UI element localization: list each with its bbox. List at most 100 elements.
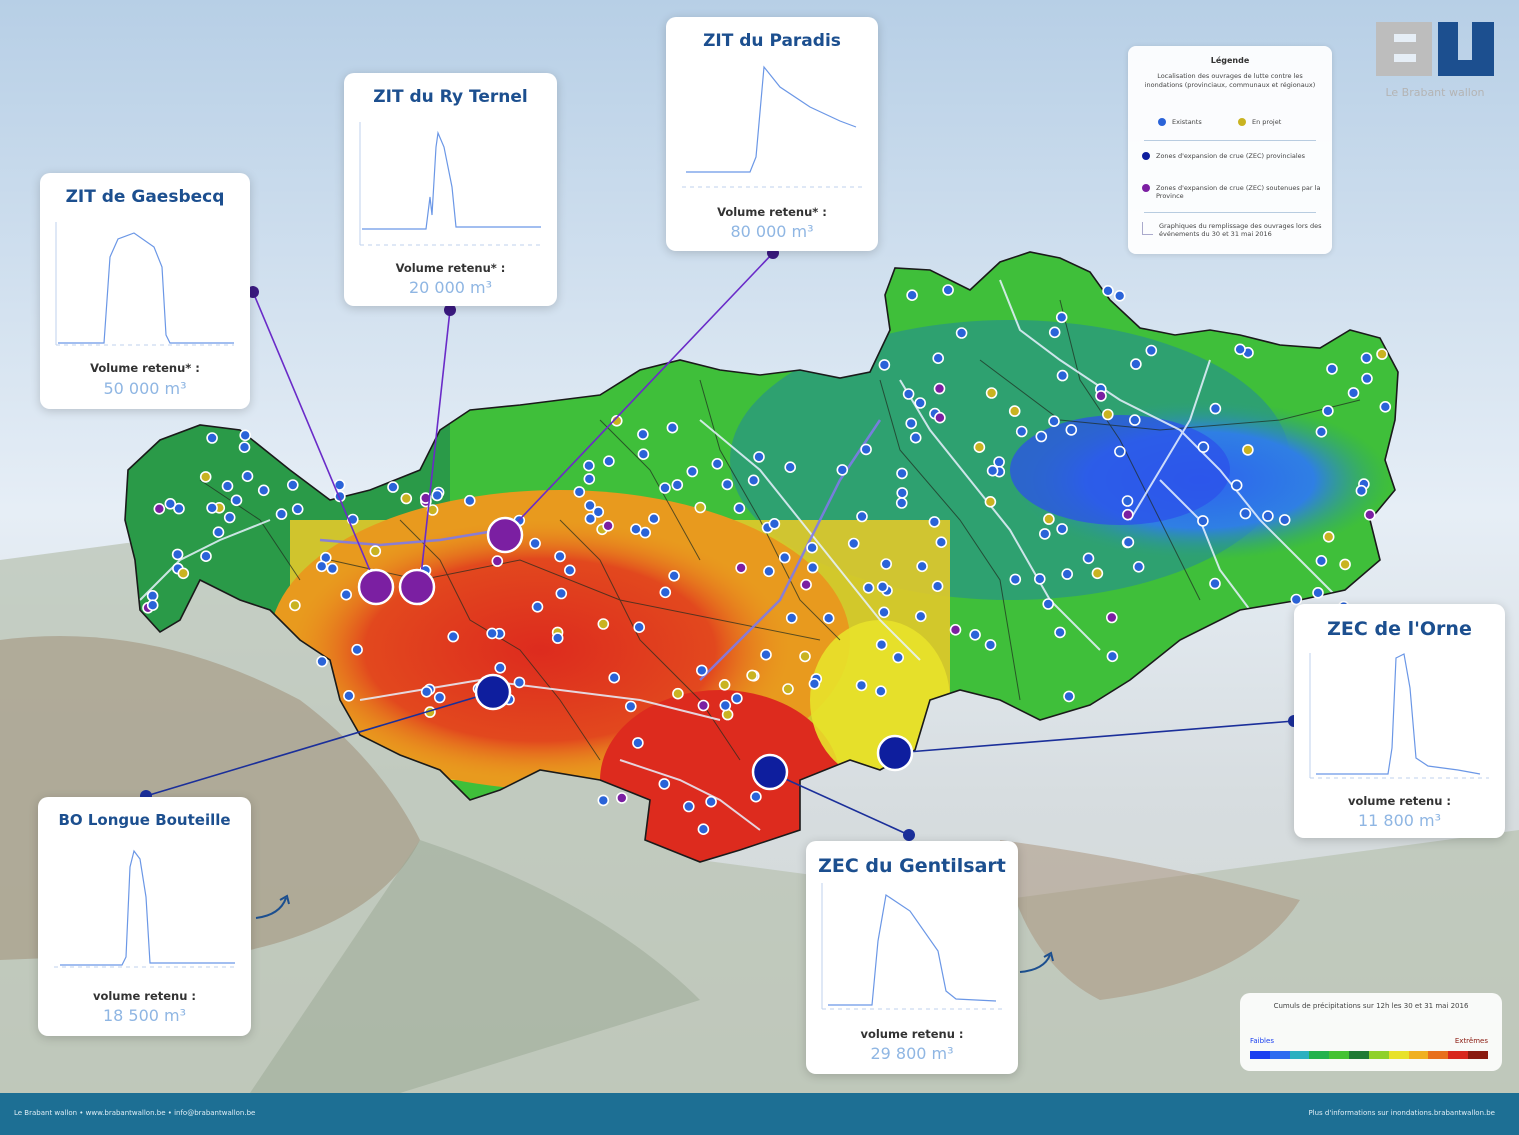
- card-zit-paradis: ZIT du Paradis Volume retenu* : 80 000 m…: [666, 17, 878, 251]
- zec-provincial-dot-icon: [1142, 152, 1150, 160]
- structure-dot: [1315, 554, 1328, 567]
- structure-dot: [856, 510, 868, 523]
- card-title: ZEC de l'Orne: [1327, 618, 1472, 640]
- legend-subtitle: Localisation des ouvrages de lutte contr…: [1144, 72, 1316, 89]
- structure-dot: [1242, 444, 1254, 456]
- structure-dot: [875, 638, 888, 651]
- structure-dot: [735, 562, 747, 574]
- structure-dot: [639, 526, 652, 539]
- structure-dot: [935, 536, 948, 549]
- structure-dot: [1114, 445, 1126, 458]
- structure-dot: [608, 671, 621, 684]
- fill-chart: [821, 883, 1002, 1010]
- structure-dot: [491, 555, 504, 567]
- structure-dot: [223, 511, 236, 524]
- fill-chart: [1309, 653, 1489, 779]
- structure-dot: [931, 580, 944, 593]
- structure-dot: [733, 502, 746, 515]
- scale-segment: [1349, 1051, 1369, 1059]
- structure-dot: [1209, 577, 1221, 590]
- structure-dot: [686, 465, 699, 478]
- scale-segment: [1408, 1051, 1429, 1059]
- structure-dot: [637, 448, 650, 461]
- structure-dot: [212, 526, 225, 539]
- logo-text: Le Brabant wallon: [1385, 86, 1485, 99]
- structure-dot: [984, 495, 997, 508]
- volume-label: volume retenu :: [92, 989, 197, 1003]
- scale-segment: [1269, 1051, 1290, 1059]
- structure-dot: [171, 548, 184, 561]
- structure-dot: [933, 382, 946, 395]
- fill-chart: [682, 65, 862, 188]
- structure-dot: [682, 800, 695, 813]
- structure-dot: [949, 623, 962, 636]
- structure-dot: [351, 643, 363, 656]
- structure-dot: [697, 823, 710, 836]
- structure-dot: [316, 655, 328, 668]
- structure-dot: [1061, 568, 1073, 580]
- structure-dot: [603, 455, 615, 468]
- scale-segment: [1250, 1051, 1270, 1059]
- structure-dot: [785, 612, 798, 624]
- card-zec-gentilsart: ZEC du Gentilsart volume retenu : 29 800…: [806, 841, 1018, 1074]
- structure-dot: [1379, 400, 1392, 413]
- scale-segment: [1368, 1051, 1389, 1059]
- structure-dot: [984, 639, 997, 651]
- structure-dot: [768, 517, 781, 530]
- structure-dot: [985, 387, 998, 399]
- structure-dot: [1008, 405, 1021, 417]
- structure-dot: [369, 545, 382, 557]
- structure-dot: [1043, 513, 1055, 525]
- card-title: BO Longue Bouteille: [58, 811, 231, 829]
- structure-dot: [275, 508, 288, 520]
- structure-dot: [1209, 402, 1222, 415]
- structure-dot: [836, 464, 849, 476]
- structure-dot: [909, 431, 922, 444]
- volume-label: Volume retenu* :: [717, 205, 827, 219]
- structure-dot: [1129, 414, 1141, 426]
- structure-dot: [1035, 430, 1048, 443]
- structure-dot: [993, 456, 1005, 468]
- structure-dot: [932, 352, 945, 365]
- structure-dot: [241, 470, 254, 483]
- structure-dot: [1262, 510, 1274, 522]
- structure-dot: [200, 550, 212, 563]
- structure-dot: [747, 474, 760, 487]
- structure-dot: [1065, 424, 1078, 436]
- structure-dot: [1339, 558, 1351, 571]
- legend-zec-provincial: Zones d'expansion de crue (ZEC) provinci…: [1142, 152, 1322, 160]
- structure-dot: [400, 492, 413, 505]
- volume-value: 11 800 m³: [1357, 811, 1442, 830]
- structure-dot: [146, 589, 159, 602]
- structure-dot: [633, 621, 646, 634]
- card-bo-longue-bouteille: BO Longue Bouteille volume retenu : 18 5…: [38, 797, 251, 1036]
- structure-dot: [721, 478, 734, 491]
- volume-label: Volume retenu* :: [395, 261, 506, 275]
- structure-dot: [1039, 528, 1051, 540]
- structure-dot: [1322, 405, 1334, 417]
- structure-dot: [892, 651, 905, 664]
- structure-dot: [671, 479, 684, 491]
- structure-dot: [942, 284, 954, 296]
- structure-dot: [289, 599, 301, 612]
- structure-dot: [494, 661, 507, 674]
- structure-dot: [230, 494, 243, 507]
- structure-dot: [1056, 523, 1068, 535]
- structure-dot: [583, 473, 596, 485]
- structure-dot: [1347, 387, 1360, 399]
- structure-dot: [847, 537, 860, 550]
- structure-dot: [326, 562, 339, 575]
- structure-dot: [672, 687, 684, 700]
- structure-dot: [895, 497, 908, 509]
- structure-dot: [719, 699, 732, 712]
- structure-dot: [799, 650, 811, 663]
- scale-segment: [1468, 1051, 1488, 1059]
- structure-dot: [447, 630, 460, 643]
- structure-dot: [955, 327, 968, 339]
- structure-dot: [433, 691, 446, 704]
- structure-dot: [551, 632, 564, 644]
- chart-line-icon: [1142, 222, 1153, 235]
- structure-dot: [822, 612, 835, 625]
- card-zec-orne: ZEC de l'Orne volume retenu : 11 800 m³: [1294, 604, 1505, 838]
- structure-dot: [529, 537, 541, 550]
